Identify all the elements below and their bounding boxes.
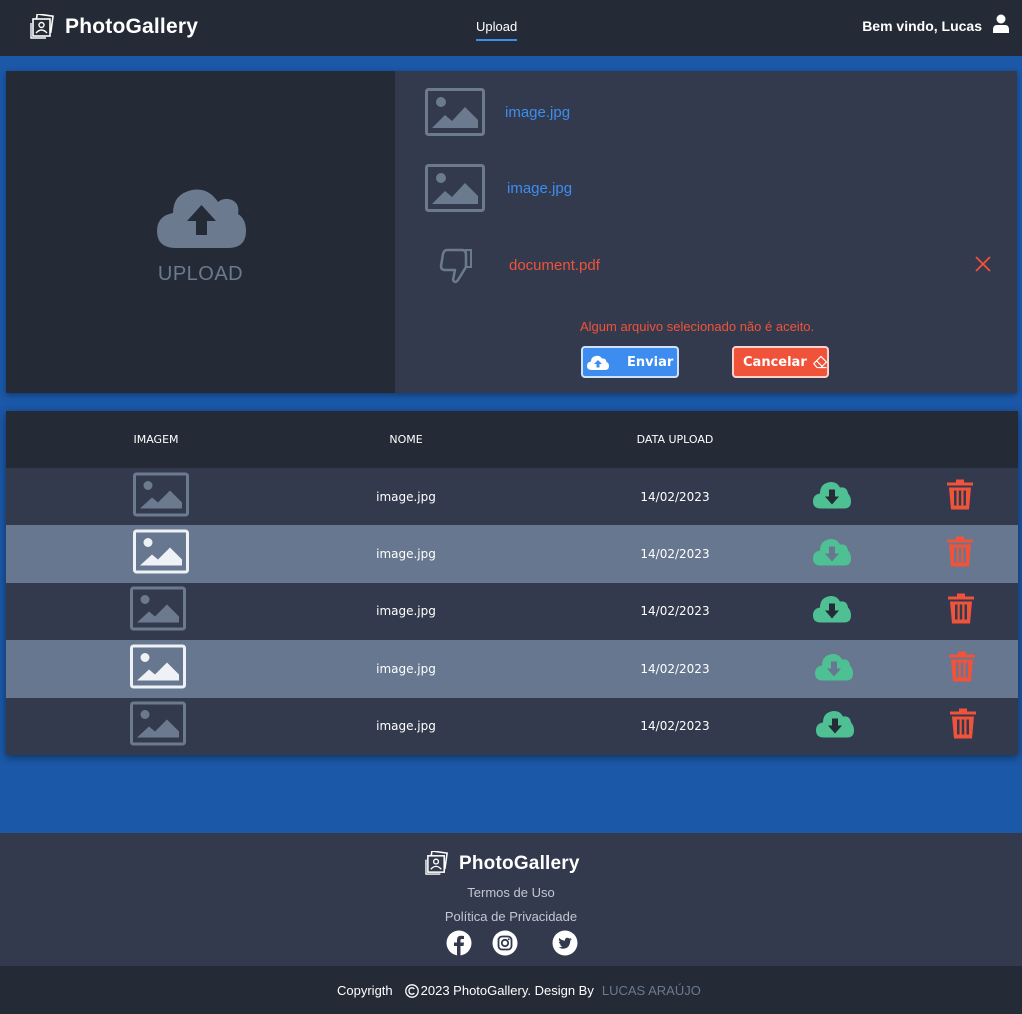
cloud-download-icon[interactable] — [812, 537, 852, 567]
top-navbar: PhotoGallery Upload Bem vindo, Lucas — [0, 0, 1022, 56]
nav-link-upload[interactable]: Upload — [476, 19, 518, 41]
row-upload-date: 14/02/2023 — [640, 719, 710, 734]
selected-file-item: image.jpg — [425, 88, 570, 136]
gallery-logo-icon — [30, 14, 54, 39]
selected-file-item: image.jpg — [425, 164, 572, 212]
image-thumbnail-icon[interactable] — [130, 586, 186, 631]
copyright-prefix: Copyrigth — [337, 983, 393, 998]
cancel-button-label: Cancelar — [743, 354, 807, 370]
gallery-logo-icon — [425, 851, 448, 875]
image-thumbnail-icon[interactable] — [130, 644, 186, 689]
trash-icon[interactable] — [949, 708, 977, 740]
send-button-label: Enviar — [627, 354, 674, 370]
twitter-icon[interactable] — [552, 930, 578, 956]
cloud-upload-icon — [587, 355, 609, 370]
table-row: image.jpg 14/02/2023 — [6, 582, 1018, 641]
column-header-image: IMAGEM — [133, 433, 179, 446]
facebook-icon[interactable] — [446, 930, 472, 956]
image-icon — [425, 88, 485, 136]
cloud-download-icon[interactable] — [815, 709, 855, 739]
row-file-name: image.jpg — [376, 547, 436, 562]
trash-icon[interactable] — [947, 593, 975, 625]
welcome-text: Bem vindo, Lucas — [862, 18, 982, 34]
column-header-date: DATA UPLOAD — [636, 433, 714, 446]
row-file-name: image.jpg — [376, 489, 436, 504]
table-row: image.jpg 14/02/2023 — [6, 525, 1018, 583]
instagram-icon[interactable] — [492, 930, 518, 956]
row-upload-date: 14/02/2023 — [640, 547, 710, 562]
row-file-name: image.jpg — [376, 604, 436, 619]
copyright-text: Copyrigth 2023 PhotoGallery. Design By L… — [337, 983, 701, 998]
cloud-download-icon[interactable] — [812, 594, 852, 624]
brand-name: PhotoGallery — [65, 15, 199, 38]
column-header-name: NOME — [389, 433, 423, 446]
eraser-icon — [812, 355, 827, 369]
row-upload-date: 14/02/2023 — [640, 489, 710, 504]
file-name: image.jpg — [507, 179, 573, 197]
image-icon — [425, 164, 485, 212]
row-file-name: image.jpg — [376, 719, 436, 734]
file-name-rejected: document.pdf — [509, 256, 600, 274]
trash-icon[interactable] — [948, 650, 976, 682]
cloud-download-icon[interactable] — [812, 479, 852, 509]
user-welcome[interactable]: Bem vindo, Lucas — [862, 14, 1010, 34]
copyright-bar: Copyrigth 2023 PhotoGallery. Design By L… — [0, 966, 1022, 1014]
table-header: IMAGEM NOME DATA UPLOAD — [6, 411, 1018, 468]
gallery-table: IMAGEM NOME DATA UPLOAD image.jpg 14/02/… — [6, 411, 1018, 755]
row-upload-date: 14/02/2023 — [640, 604, 710, 619]
upload-error-message: Algum arquivo selecionado não é aceito. — [580, 319, 815, 334]
file-name: image.jpg — [505, 103, 571, 121]
table-row: image.jpg 14/02/2023 — [6, 468, 1018, 526]
trash-icon[interactable] — [946, 478, 974, 510]
trash-icon[interactable] — [946, 536, 974, 568]
footer-brand[interactable]: PhotoGallery — [425, 851, 580, 876]
author-link[interactable]: LUCAS ARAÚJO — [602, 983, 701, 998]
privacy-link[interactable]: Política de Privacidade — [0, 909, 1022, 924]
upload-panel: UPLOAD image.jpg image.jpg document.pdf … — [6, 71, 1017, 393]
footer-brand-name: PhotoGallery — [459, 852, 580, 874]
copyright-body: 2023 PhotoGallery. Design By — [420, 983, 594, 998]
thumbs-down-icon — [439, 248, 472, 284]
remove-file-icon[interactable] — [974, 255, 992, 273]
copyright-icon — [404, 983, 419, 998]
rejected-file-item: document.pdf — [425, 241, 600, 289]
table-row: image.jpg 14/02/2023 — [6, 640, 1018, 698]
send-button[interactable]: Enviar — [581, 346, 679, 378]
row-upload-date: 14/02/2023 — [640, 661, 710, 676]
footer: PhotoGallery Termos de Uso Política de P… — [0, 833, 1022, 966]
cancel-button[interactable]: Cancelar — [732, 346, 829, 378]
upload-dropzone[interactable]: UPLOAD — [6, 71, 395, 393]
image-thumbnail-icon[interactable] — [133, 529, 189, 574]
terms-link[interactable]: Termos de Uso — [0, 885, 1022, 900]
image-thumbnail-icon[interactable] — [130, 701, 186, 746]
dropzone-label: UPLOAD — [157, 263, 244, 285]
brand-logo[interactable]: PhotoGallery — [30, 14, 198, 40]
user-icon — [993, 14, 1009, 33]
cloud-upload-icon — [157, 189, 246, 248]
image-thumbnail-icon[interactable] — [133, 472, 189, 517]
row-file-name: image.jpg — [376, 661, 436, 676]
cloud-download-icon[interactable] — [814, 651, 854, 681]
table-row: image.jpg 14/02/2023 — [6, 697, 1018, 755]
